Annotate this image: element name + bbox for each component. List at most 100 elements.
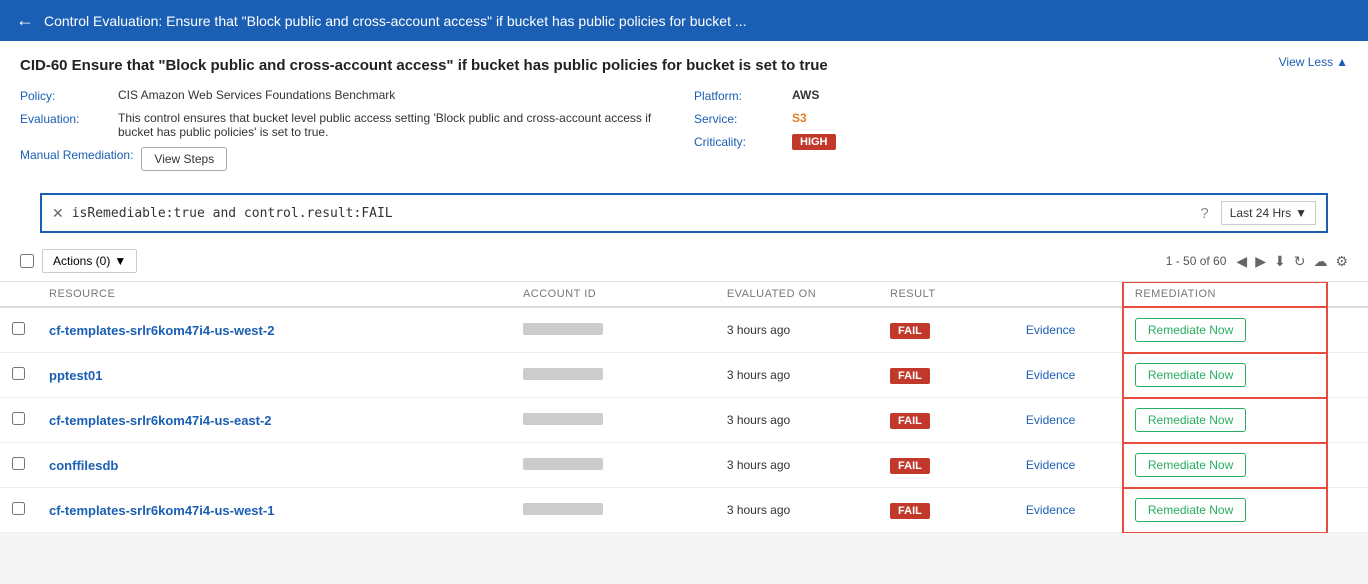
evidence-link[interactable]: Evidence: [1026, 503, 1075, 517]
row-account: [511, 488, 715, 533]
toolbar-left: Actions (0) ▼: [20, 249, 137, 273]
row-scroll-cell: [1327, 307, 1368, 353]
top-bar: ← Control Evaluation: Ensure that "Block…: [0, 0, 1368, 41]
service-row: Service: S3: [694, 111, 1348, 126]
row-checkbox-cell: [0, 398, 37, 443]
row-checkbox-cell: [0, 307, 37, 353]
criticality-badge: HIGH: [792, 134, 836, 150]
evidence-link[interactable]: Evidence: [1026, 458, 1075, 472]
row-remediation: Remediate Now: [1123, 307, 1327, 353]
result-badge: FAIL: [890, 323, 930, 339]
table-row: cf-templates-srlr6kom47i4-us-east-2 3 ho…: [0, 398, 1368, 443]
row-checkbox[interactable]: [12, 412, 25, 425]
settings-icon[interactable]: ⚙: [1335, 253, 1348, 270]
row-account: [511, 398, 715, 443]
th-account: ACCOUNT ID: [511, 282, 715, 307]
result-badge: FAIL: [890, 368, 930, 384]
account-blur: [523, 413, 603, 425]
row-checkbox[interactable]: [12, 502, 25, 515]
search-bar-inner: ✕ isRemediable:true and control.result:F…: [52, 205, 1200, 222]
select-all-checkbox[interactable]: [20, 254, 34, 268]
result-badge: FAIL: [890, 458, 930, 474]
evidence-link[interactable]: Evidence: [1026, 413, 1075, 427]
row-evidence: Evidence: [1014, 353, 1123, 398]
view-steps-button[interactable]: View Steps: [141, 147, 227, 171]
remediate-now-button[interactable]: Remediate Now: [1135, 453, 1246, 477]
platform-label: Platform:: [694, 88, 784, 103]
account-blur: [523, 458, 603, 470]
remediate-now-button[interactable]: Remediate Now: [1135, 408, 1246, 432]
table-row: pptest01 3 hours ago FAIL Evidence Remed…: [0, 353, 1368, 398]
row-checkbox-cell: [0, 443, 37, 488]
title-row: CID-60 Ensure that "Block public and cro…: [20, 55, 1348, 76]
table-row: cf-templates-srlr6kom47i4-us-west-1 3 ho…: [0, 488, 1368, 533]
criticality-label: Criticality:: [694, 134, 784, 149]
row-evaluated: 3 hours ago: [715, 307, 878, 353]
row-remediation: Remediate Now: [1123, 443, 1327, 488]
actions-button[interactable]: Actions (0) ▼: [42, 249, 137, 273]
time-dropdown[interactable]: Last 24 Hrs ▼: [1221, 201, 1316, 225]
row-evaluated: 3 hours ago: [715, 443, 878, 488]
prev-page-icon[interactable]: ◀: [1236, 253, 1247, 270]
download-icon[interactable]: ⬇: [1274, 253, 1286, 270]
row-checkbox[interactable]: [12, 367, 25, 380]
row-account: [511, 353, 715, 398]
row-result: FAIL: [878, 353, 1014, 398]
row-scroll-cell: [1327, 488, 1368, 533]
meta-left: Policy: CIS Amazon Web Services Foundati…: [20, 88, 674, 171]
view-less-link[interactable]: View Less ▲: [1279, 55, 1348, 69]
th-checkbox: [0, 282, 37, 307]
row-evidence: Evidence: [1014, 398, 1123, 443]
evidence-link[interactable]: Evidence: [1026, 323, 1075, 337]
page-title: CID-60 Ensure that "Block public and cro…: [20, 55, 828, 76]
actions-dropdown-icon: ▼: [114, 254, 126, 268]
search-clear-icon[interactable]: ✕: [52, 205, 64, 222]
remediation-label: Manual Remediation:: [20, 147, 133, 162]
next-page-icon[interactable]: ▶: [1255, 253, 1266, 270]
back-arrow-icon[interactable]: ←: [16, 10, 34, 31]
search-info-icon[interactable]: ?: [1200, 205, 1208, 222]
evaluation-value: This control ensures that bucket level p…: [118, 111, 674, 139]
platform-value: AWS: [792, 88, 819, 102]
row-remediation: Remediate Now: [1123, 398, 1327, 443]
policy-label: Policy:: [20, 88, 110, 103]
evaluation-row: Evaluation: This control ensures that bu…: [20, 111, 674, 139]
meta-grid: Policy: CIS Amazon Web Services Foundati…: [20, 88, 1348, 171]
row-account: [511, 443, 715, 488]
remediate-now-button[interactable]: Remediate Now: [1135, 318, 1246, 342]
row-evaluated: 3 hours ago: [715, 488, 878, 533]
row-resource: pptest01: [37, 353, 511, 398]
data-table: RESOURCE ACCOUNT ID EVALUATED ON RESULT …: [0, 282, 1368, 533]
table-container: RESOURCE ACCOUNT ID EVALUATED ON RESULT …: [0, 282, 1368, 533]
row-account: [511, 307, 715, 353]
row-checkbox[interactable]: [12, 322, 25, 335]
search-query-text: isRemediable:true and control.result:FAI…: [72, 206, 393, 221]
evidence-link[interactable]: Evidence: [1026, 368, 1075, 382]
account-blur: [523, 323, 603, 335]
remediate-now-button[interactable]: Remediate Now: [1135, 363, 1246, 387]
toolbar-icons: ◀ ▶ ⬇ ↻ ☁ ⚙: [1236, 253, 1348, 270]
row-resource: cf-templates-srlr6kom47i4-us-west-1: [37, 488, 511, 533]
row-resource: cf-templates-srlr6kom47i4-us-west-2: [37, 307, 511, 353]
account-blur: [523, 503, 603, 515]
evaluation-label: Evaluation:: [20, 111, 110, 126]
time-dropdown-icon: ▼: [1295, 206, 1307, 220]
row-result: FAIL: [878, 307, 1014, 353]
policy-row: Policy: CIS Amazon Web Services Foundati…: [20, 88, 674, 103]
meta-right: Platform: AWS Service: S3 Criticality: H…: [694, 88, 1348, 171]
row-remediation: Remediate Now: [1123, 488, 1327, 533]
view-less-icon: ▲: [1336, 55, 1348, 69]
refresh-icon[interactable]: ↻: [1294, 253, 1306, 270]
main-content: CID-60 Ensure that "Block public and cro…: [0, 41, 1368, 241]
table-row: conffilesdb 3 hours ago FAIL Evidence Re…: [0, 443, 1368, 488]
th-result: RESULT: [878, 282, 1014, 307]
table-body: cf-templates-srlr6kom47i4-us-west-2 3 ho…: [0, 307, 1368, 533]
row-checkbox[interactable]: [12, 457, 25, 470]
th-scroll: [1327, 282, 1368, 307]
cloud-icon[interactable]: ☁: [1313, 253, 1327, 270]
row-scroll-cell: [1327, 353, 1368, 398]
search-bar[interactable]: ✕ isRemediable:true and control.result:F…: [40, 193, 1328, 233]
remediate-now-button[interactable]: Remediate Now: [1135, 498, 1246, 522]
row-remediation: Remediate Now: [1123, 353, 1327, 398]
table-toolbar: Actions (0) ▼ 1 - 50 of 60 ◀ ▶ ⬇ ↻ ☁ ⚙: [0, 241, 1368, 282]
